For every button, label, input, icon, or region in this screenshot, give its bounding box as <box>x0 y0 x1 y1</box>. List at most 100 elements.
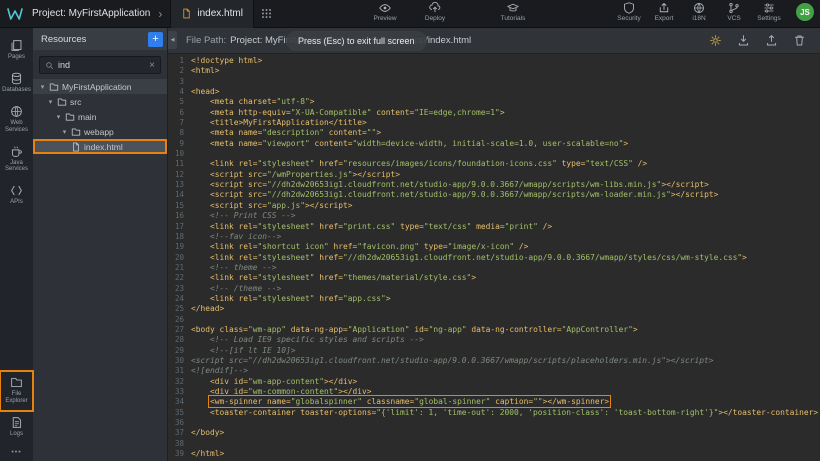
code-text: <!--fav icon--> <box>191 232 281 242</box>
code-line[interactable]: 17 <link rel="stylesheet" href="print.cs… <box>168 222 820 232</box>
code-line[interactable]: 22 <link rel="stylesheet" href="themes/m… <box>168 273 820 283</box>
code-line[interactable]: 21 <!-- theme --> <box>168 263 820 273</box>
code-editor[interactable]: 1<!doctype html>2<html>34<head>5 <meta c… <box>168 54 820 461</box>
code-line[interactable]: 39</html> <box>168 449 820 459</box>
clear-search-icon[interactable]: × <box>149 60 155 71</box>
sidebar-item-web-services[interactable]: Web Services <box>0 100 33 140</box>
tree-item-project-folder[interactable]: ▾ MyFirstApplication <box>33 79 167 94</box>
code-line[interactable]: 24 <link rel="stylesheet" href="app.css"… <box>168 294 820 304</box>
code-line[interactable]: 10 <box>168 149 820 159</box>
code-line[interactable]: 29 <!--[if lt IE 10]> <box>168 346 820 356</box>
sidebar-item-logs[interactable]: Logs <box>0 411 33 444</box>
tab-index-html[interactable]: index.html <box>170 0 254 28</box>
sidebar-item-databases[interactable]: Databases <box>0 67 33 100</box>
code-line[interactable]: 15 <script src="app.js"></script> <box>168 201 820 211</box>
gear-icon[interactable] <box>709 34 722 47</box>
upload-icon[interactable] <box>765 34 778 47</box>
code-text: <title>MyFirstApplication</title> <box>191 118 367 128</box>
deploy-button[interactable]: Deploy <box>422 2 448 22</box>
tree-item-index-html[interactable]: index.html <box>33 139 167 154</box>
code-line[interactable]: 14 <script src="//dh2dw20653ig1.cloudfro… <box>168 190 820 200</box>
wavemaker-logo-icon[interactable] <box>0 0 30 28</box>
code-text: <script src="//dh2dw20653ig1.cloudfront.… <box>191 190 718 200</box>
sidebar-more-icon[interactable]: ••• <box>11 444 21 458</box>
chevron-right-icon: › <box>158 7 162 21</box>
line-number: 22 <box>168 273 184 283</box>
grid-menu-icon[interactable] <box>261 8 272 19</box>
export-button[interactable]: Export <box>651 2 677 22</box>
line-number: 31 <box>168 366 184 376</box>
tree-item-webapp[interactable]: ▾ webapp <box>33 124 167 139</box>
caret-down-icon[interactable]: ▾ <box>39 83 46 91</box>
sidebar-item-apis[interactable]: APIs <box>0 179 33 212</box>
code-text: <toaster-container toaster-options="{'li… <box>191 408 818 418</box>
code-line[interactable]: 3 <box>168 77 820 87</box>
security-button[interactable]: Security <box>616 2 642 22</box>
line-number: 13 <box>168 180 184 190</box>
code-lines: 1<!doctype html>2<html>34<head>5 <meta c… <box>168 56 820 459</box>
code-line[interactable]: 25</head> <box>168 304 820 314</box>
line-number: 17 <box>168 222 184 232</box>
code-line[interactable]: 13 <script src="//dh2dw20653ig1.cloudfro… <box>168 180 820 190</box>
code-line[interactable]: 27<body class="wm-app" data-ng-app="Appl… <box>168 325 820 335</box>
code-line[interactable]: 8 <meta name="description" content=""> <box>168 128 820 138</box>
line-number: 7 <box>168 118 184 128</box>
line-number: 11 <box>168 159 184 169</box>
preview-button[interactable]: Preview <box>372 2 398 22</box>
delete-trash-icon[interactable] <box>793 34 806 47</box>
collapse-panel-button[interactable]: ◀ <box>168 31 177 49</box>
code-line[interactable]: 32 <div id="wm-app-content"></div> <box>168 377 820 387</box>
code-line[interactable]: 11 <link rel="stylesheet" href="resource… <box>168 159 820 169</box>
code-line[interactable]: 23 <!-- /theme --> <box>168 284 820 294</box>
code-line[interactable]: 9 <meta name="viewport" content="width=d… <box>168 139 820 149</box>
code-line[interactable]: 1<!doctype html> <box>168 56 820 66</box>
code-line[interactable]: 20 <link rel="stylesheet" href="//dh2dw2… <box>168 253 820 263</box>
code-line[interactable]: 4<head> <box>168 87 820 97</box>
code-line[interactable]: 2<html> <box>168 66 820 76</box>
code-line[interactable]: 30<script src="//dh2dw20653ig1.cloudfron… <box>168 356 820 366</box>
line-number: 15 <box>168 201 184 211</box>
code-line[interactable]: 38 <box>168 439 820 449</box>
vcs-button[interactable]: VCS <box>721 2 747 22</box>
download-icon[interactable] <box>737 34 750 47</box>
code-line[interactable]: 36 <box>168 418 820 428</box>
code-text: <meta charset="utf-8"> <box>191 97 315 107</box>
preview-eye-icon <box>379 2 391 14</box>
code-line[interactable]: 33 <div id="wm-common-content"></div> <box>168 387 820 397</box>
code-text: <div id="wm-common-content"></div> <box>191 387 372 397</box>
file-icon <box>71 142 81 152</box>
code-line[interactable]: 35 <toaster-container toaster-options="{… <box>168 408 820 418</box>
code-line[interactable]: 7 <title>MyFirstApplication</title> <box>168 118 820 128</box>
code-text: <wm-spinner name="globalspinner" classna… <box>191 397 609 407</box>
code-line[interactable]: 28 <!-- Load IE9 specific styles and scr… <box>168 335 820 345</box>
code-line[interactable]: 18 <!--fav icon--> <box>168 232 820 242</box>
user-avatar[interactable]: JS <box>796 3 814 21</box>
caret-down-icon[interactable]: ▾ <box>55 113 62 121</box>
sidebar-item-file-explorer[interactable]: File Explorer <box>0 371 33 411</box>
vcs-label: VCS <box>727 15 740 22</box>
apis-label: APIs <box>10 199 23 206</box>
add-resource-button[interactable]: + <box>148 32 163 47</box>
code-line[interactable]: 31<![endif]--> <box>168 366 820 376</box>
code-line[interactable]: 34 <wm-spinner name="globalspinner" clas… <box>168 397 820 407</box>
code-line[interactable]: 26 <box>168 315 820 325</box>
code-line[interactable]: 16 <!-- Print CSS --> <box>168 211 820 221</box>
settings-button[interactable]: Settings <box>756 2 782 22</box>
code-line[interactable]: 6 <meta http-equiv="X-UA-Compatible" con… <box>168 108 820 118</box>
tutorials-button[interactable]: Tutorials <box>500 2 526 22</box>
search-input[interactable] <box>58 60 145 70</box>
caret-down-icon[interactable]: ▾ <box>61 128 68 136</box>
line-number: 9 <box>168 139 184 149</box>
code-line[interactable]: 5 <meta charset="utf-8"> <box>168 97 820 107</box>
file-path-bar: File Path: Project: MyFirstApplication >… <box>168 28 820 54</box>
i18n-button[interactable]: i18N <box>686 2 712 22</box>
tree-item-src[interactable]: ▾ src <box>33 94 167 109</box>
code-text: <link rel="stylesheet" href="themes/mate… <box>191 273 476 283</box>
code-line[interactable]: 12 <script src="/wmProperties.js"></scri… <box>168 170 820 180</box>
sidebar-item-java-services[interactable]: Java Services <box>0 140 33 180</box>
sidebar-item-pages[interactable]: Pages <box>0 34 33 67</box>
tree-item-main[interactable]: ▾ main <box>33 109 167 124</box>
caret-down-icon[interactable]: ▾ <box>47 98 54 106</box>
code-line[interactable]: 37</body> <box>168 428 820 438</box>
code-line[interactable]: 19 <link rel="shortcut icon" href="favic… <box>168 242 820 252</box>
